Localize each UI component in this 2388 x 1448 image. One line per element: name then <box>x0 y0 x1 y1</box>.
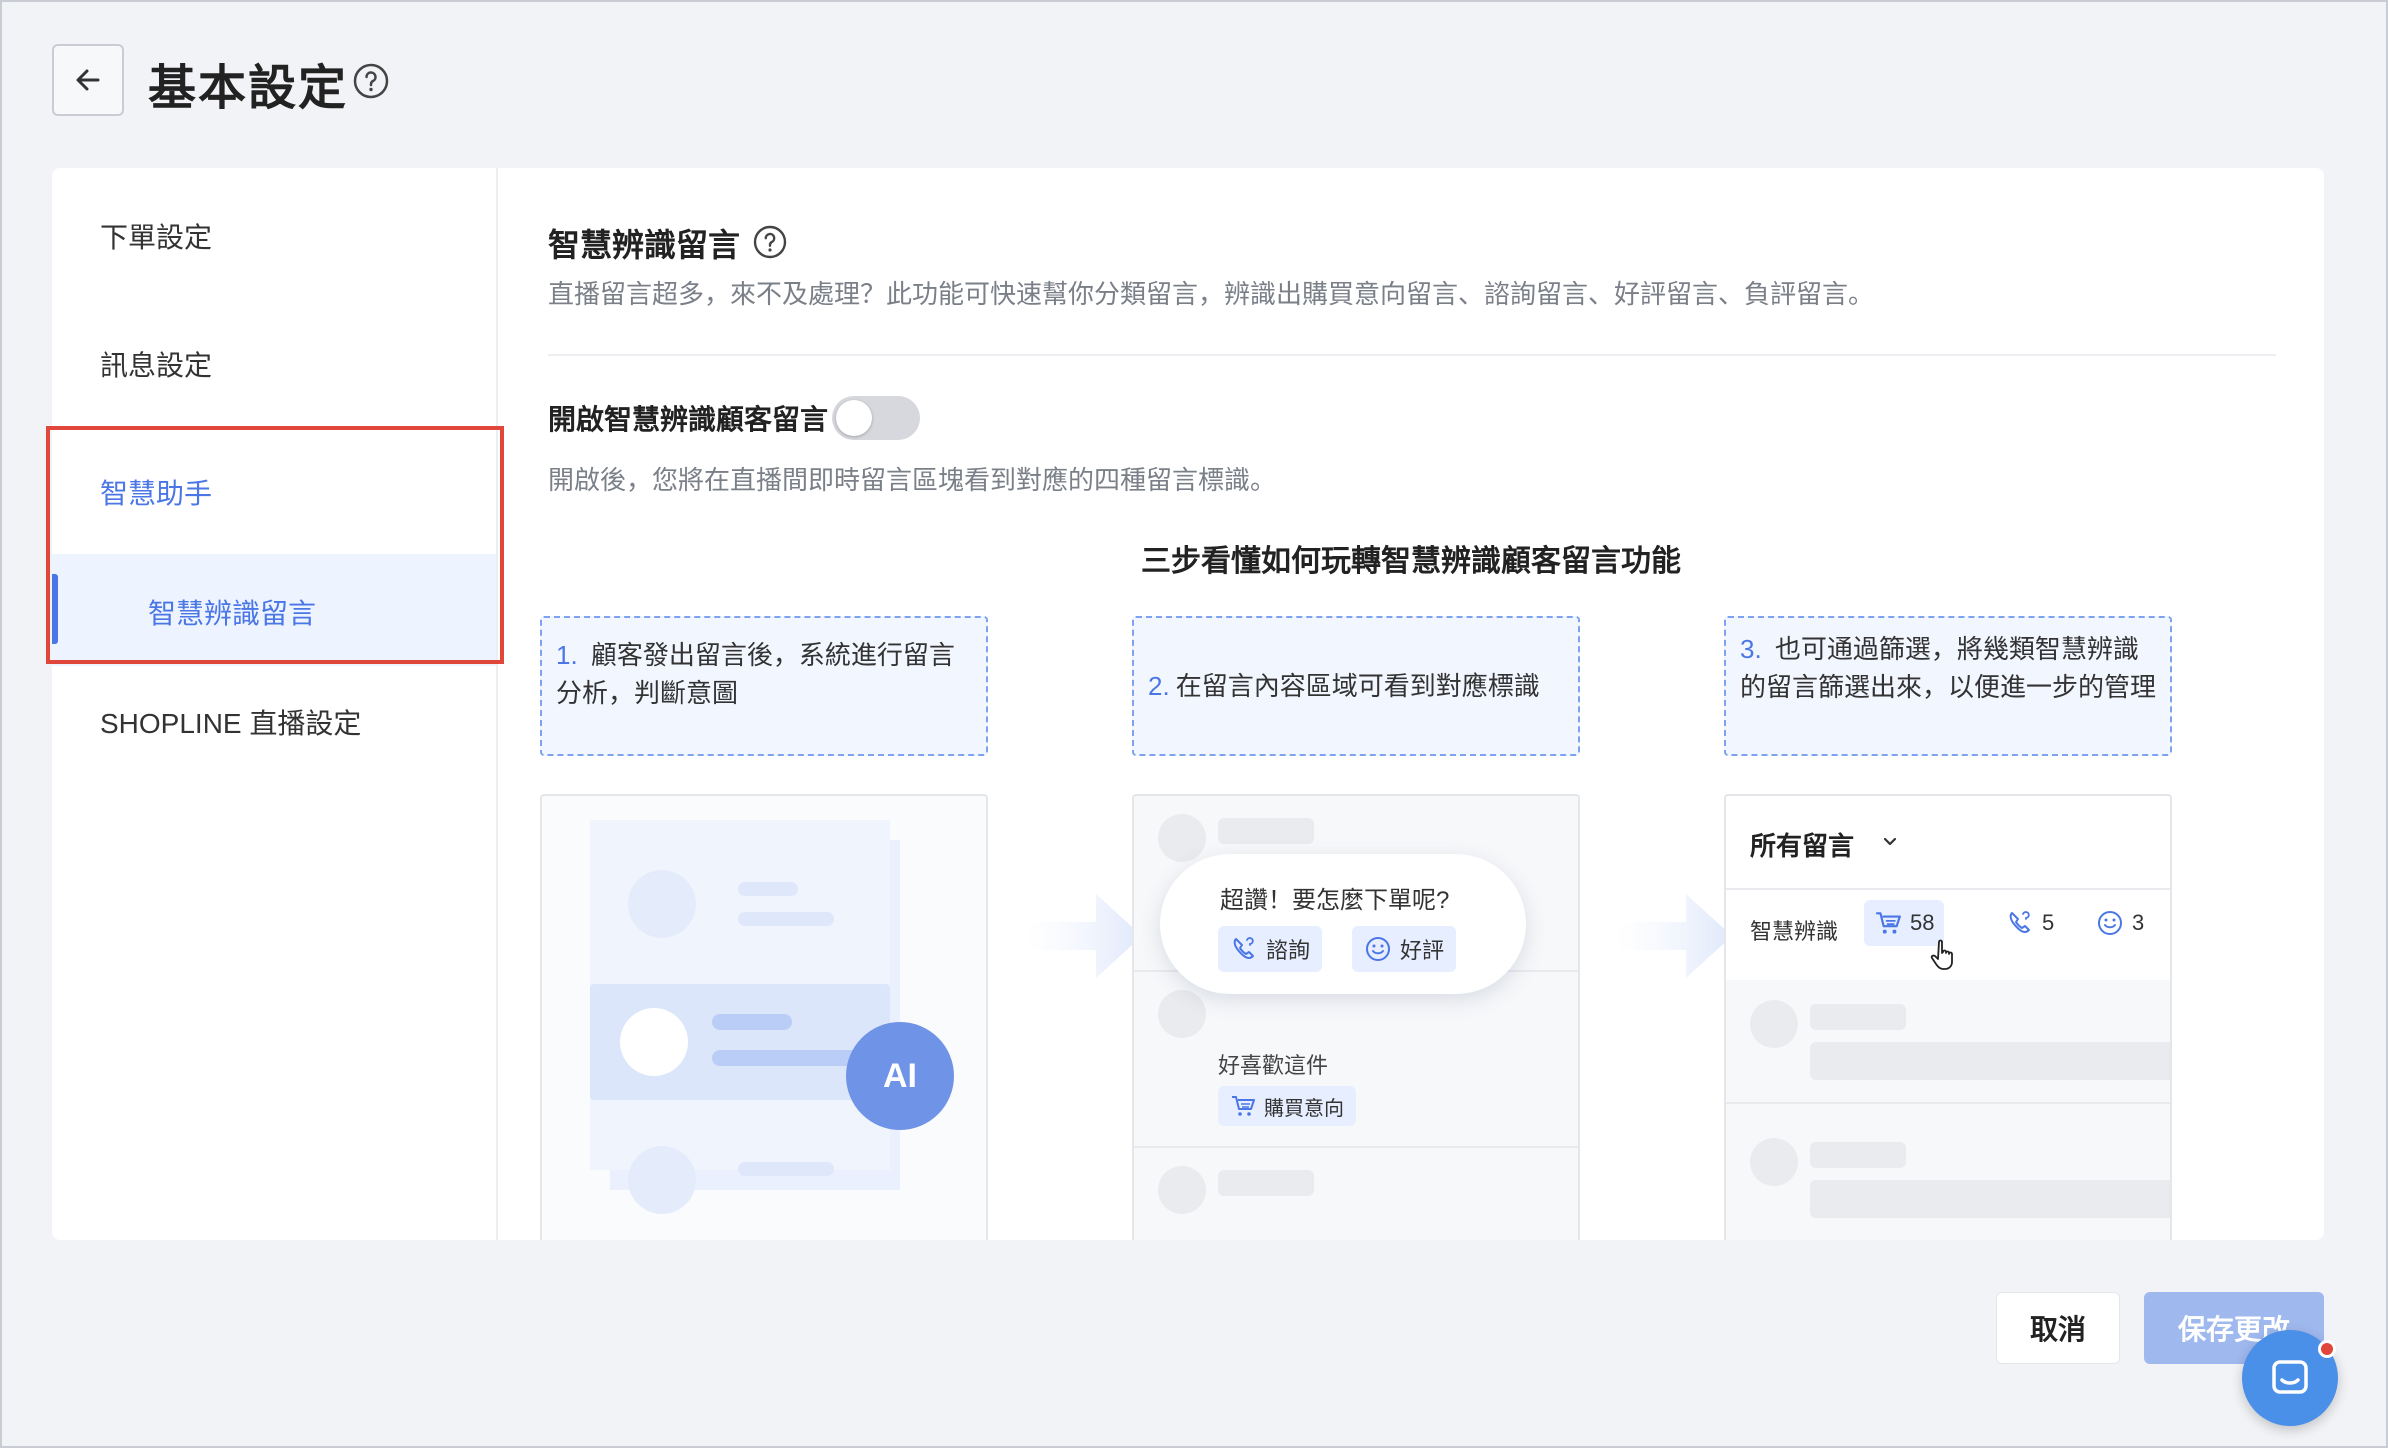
illustration-filter: 所有留言 智慧辨識 58 5 3 <box>1724 794 2172 1240</box>
text-placeholder <box>712 1014 792 1030</box>
sidebar-item-shopline-live-settings[interactable]: SHOPLINE 直播設定 <box>100 702 361 742</box>
toggle-hint: 開啟後，您將在直播間即時留言區塊看到對應的四種留言標識。 <box>548 465 1277 495</box>
filter-chip-praise: 3 <box>2086 900 2154 946</box>
avatar-placeholder <box>1750 1000 1798 1048</box>
tag-label: 購買意向 <box>1264 1097 1344 1120</box>
hand-pointer-icon <box>1930 939 1953 970</box>
tag-inquiry: 諮詢 <box>1218 926 1323 972</box>
tag-label: 諮詢 <box>1266 938 1311 963</box>
arrow-right-icon <box>1026 894 1142 978</box>
section-title: 智慧辨識留言 <box>548 227 741 263</box>
step-number: 1. <box>556 640 578 670</box>
main-content: 智慧辨識留言 直播留言超多，來不及處理？此功能可快速幫你分類留言，辨識出購買意向… <box>498 168 2324 1240</box>
filter-dropdown-label: 所有留言 <box>1750 831 1855 861</box>
avatar-placeholder <box>1158 990 1206 1038</box>
avatar-placeholder <box>1158 814 1206 862</box>
chip-count: 5 <box>2042 910 2055 935</box>
chip-count: 58 <box>1910 910 1935 935</box>
ai-badge: AI <box>846 1022 954 1130</box>
row-divider <box>1726 888 2170 890</box>
comment-bubble: 超讚！要怎麼下單呢? 諮詢 好評 <box>1160 854 1526 994</box>
step-box-2: 2. 在留言內容區域可看到對應標識 <box>1132 616 1580 756</box>
row-divider <box>1134 1146 1578 1148</box>
arrow-left-icon <box>76 69 100 91</box>
text-placeholder <box>1810 1004 1906 1030</box>
phone-question-icon <box>1233 937 1254 959</box>
text-placeholder <box>712 1050 862 1066</box>
chip-count: 3 <box>2132 910 2145 935</box>
step-text: 顧客發出留言後，系統進行留言分析，判斷意圖 <box>556 640 955 708</box>
avatar-placeholder <box>1750 1138 1798 1186</box>
question-circle-icon[interactable] <box>352 62 390 100</box>
smart-recognition-toggle[interactable] <box>832 396 920 440</box>
step-box-3: 3. 也可通過篩選，將幾類智慧辨識的留言篩選出來，以便進一步的管理 <box>1724 616 2172 756</box>
toggle-label: 開啟智慧辨識顧客留言 <box>548 404 829 435</box>
text-placeholder <box>1810 1042 2170 1080</box>
sidebar-item-order-settings[interactable]: 下單設定 <box>100 216 212 256</box>
text-placeholder <box>1810 1180 2170 1218</box>
chat-icon <box>2272 1360 2308 1394</box>
smile-icon <box>1366 937 1390 961</box>
step-box-1: 1. 顧客發出留言後，系統進行留言分析，判斷意圖 <box>540 616 988 756</box>
row-divider <box>1726 1102 2170 1104</box>
text-placeholder <box>1810 1142 1906 1168</box>
avatar-placeholder <box>1158 1166 1206 1214</box>
back-button[interactable] <box>52 44 124 116</box>
settings-card: 下單設定 訊息設定 智慧助手 智慧辨識留言 SHOPLINE 直播設定 智慧辨識… <box>52 168 2324 1240</box>
sidebar-item-smart-comment-recognition[interactable]: 智慧辨識留言 <box>148 592 316 632</box>
step-number: 3. <box>1740 634 1762 664</box>
step-number: 2. <box>1148 671 1170 701</box>
notification-dot <box>2318 1340 2336 1358</box>
cart-icon <box>1232 1096 1255 1116</box>
text-placeholder <box>738 882 798 896</box>
text-placeholder <box>738 1162 834 1176</box>
filter-chip-inquiry: 5 <box>1996 900 2064 946</box>
cart-icon <box>1876 912 1901 934</box>
illustration-ai-analysis: AI <box>540 794 988 1240</box>
sidebar-item-message-settings[interactable]: 訊息設定 <box>100 344 212 384</box>
text-placeholder <box>738 912 834 926</box>
sidebar-active-indicator <box>52 574 58 644</box>
filtered-list-placeholder <box>1726 980 2170 1240</box>
steps-title: 三步看懂如何玩轉智慧辨識顧客留言功能 <box>1141 545 1681 578</box>
page-title: 基本設定 <box>148 62 349 115</box>
phone-question-icon <box>2009 911 2030 933</box>
sidebar-item-smart-assistant[interactable]: 智慧助手 <box>100 472 212 512</box>
toggle-knob <box>836 400 872 436</box>
bubble-text: 超讚！要怎麼下單呢? <box>1220 887 1450 914</box>
step-text: 也可通過篩選，將幾類智慧辨識的留言篩選出來，以便進一步的管理 <box>1740 634 2157 702</box>
avatar-placeholder <box>620 1008 688 1076</box>
step-text: 在留言內容區域可看到對應標識 <box>1175 671 1540 701</box>
smile-icon <box>2098 911 2122 935</box>
ai-filter-label: 智慧辨識 <box>1750 919 1839 944</box>
divider <box>548 354 2276 356</box>
tag-praise: 好評 <box>1352 926 1457 972</box>
text-placeholder <box>1218 818 1314 844</box>
question-circle-icon[interactable] <box>752 224 788 260</box>
comment-text: 好喜歡這件 <box>1218 1053 1329 1078</box>
text-placeholder <box>1218 1170 1314 1196</box>
section-description: 直播留言超多，來不及處理？此功能可快速幫你分類留言，辨識出購買意向留言、諮詢留言… <box>548 279 1875 309</box>
avatar-placeholder <box>628 870 696 938</box>
settings-sidebar: 下單設定 訊息設定 智慧助手 智慧辨識留言 SHOPLINE 直播設定 <box>52 168 498 1240</box>
illustration-comment-tags: 好喜歡這件 購買意向 超讚！要怎麼下單呢? 諮詢 好評 <box>1132 794 1580 1240</box>
arrow-right-icon <box>1616 894 1732 978</box>
chevron-down-icon <box>1883 837 1897 846</box>
cancel-button[interactable]: 取消 <box>1996 1292 2120 1364</box>
tag-label: 好評 <box>1400 938 1445 963</box>
tag-purchase-intent: 購買意向 <box>1218 1086 1356 1126</box>
avatar-placeholder <box>628 1146 696 1214</box>
